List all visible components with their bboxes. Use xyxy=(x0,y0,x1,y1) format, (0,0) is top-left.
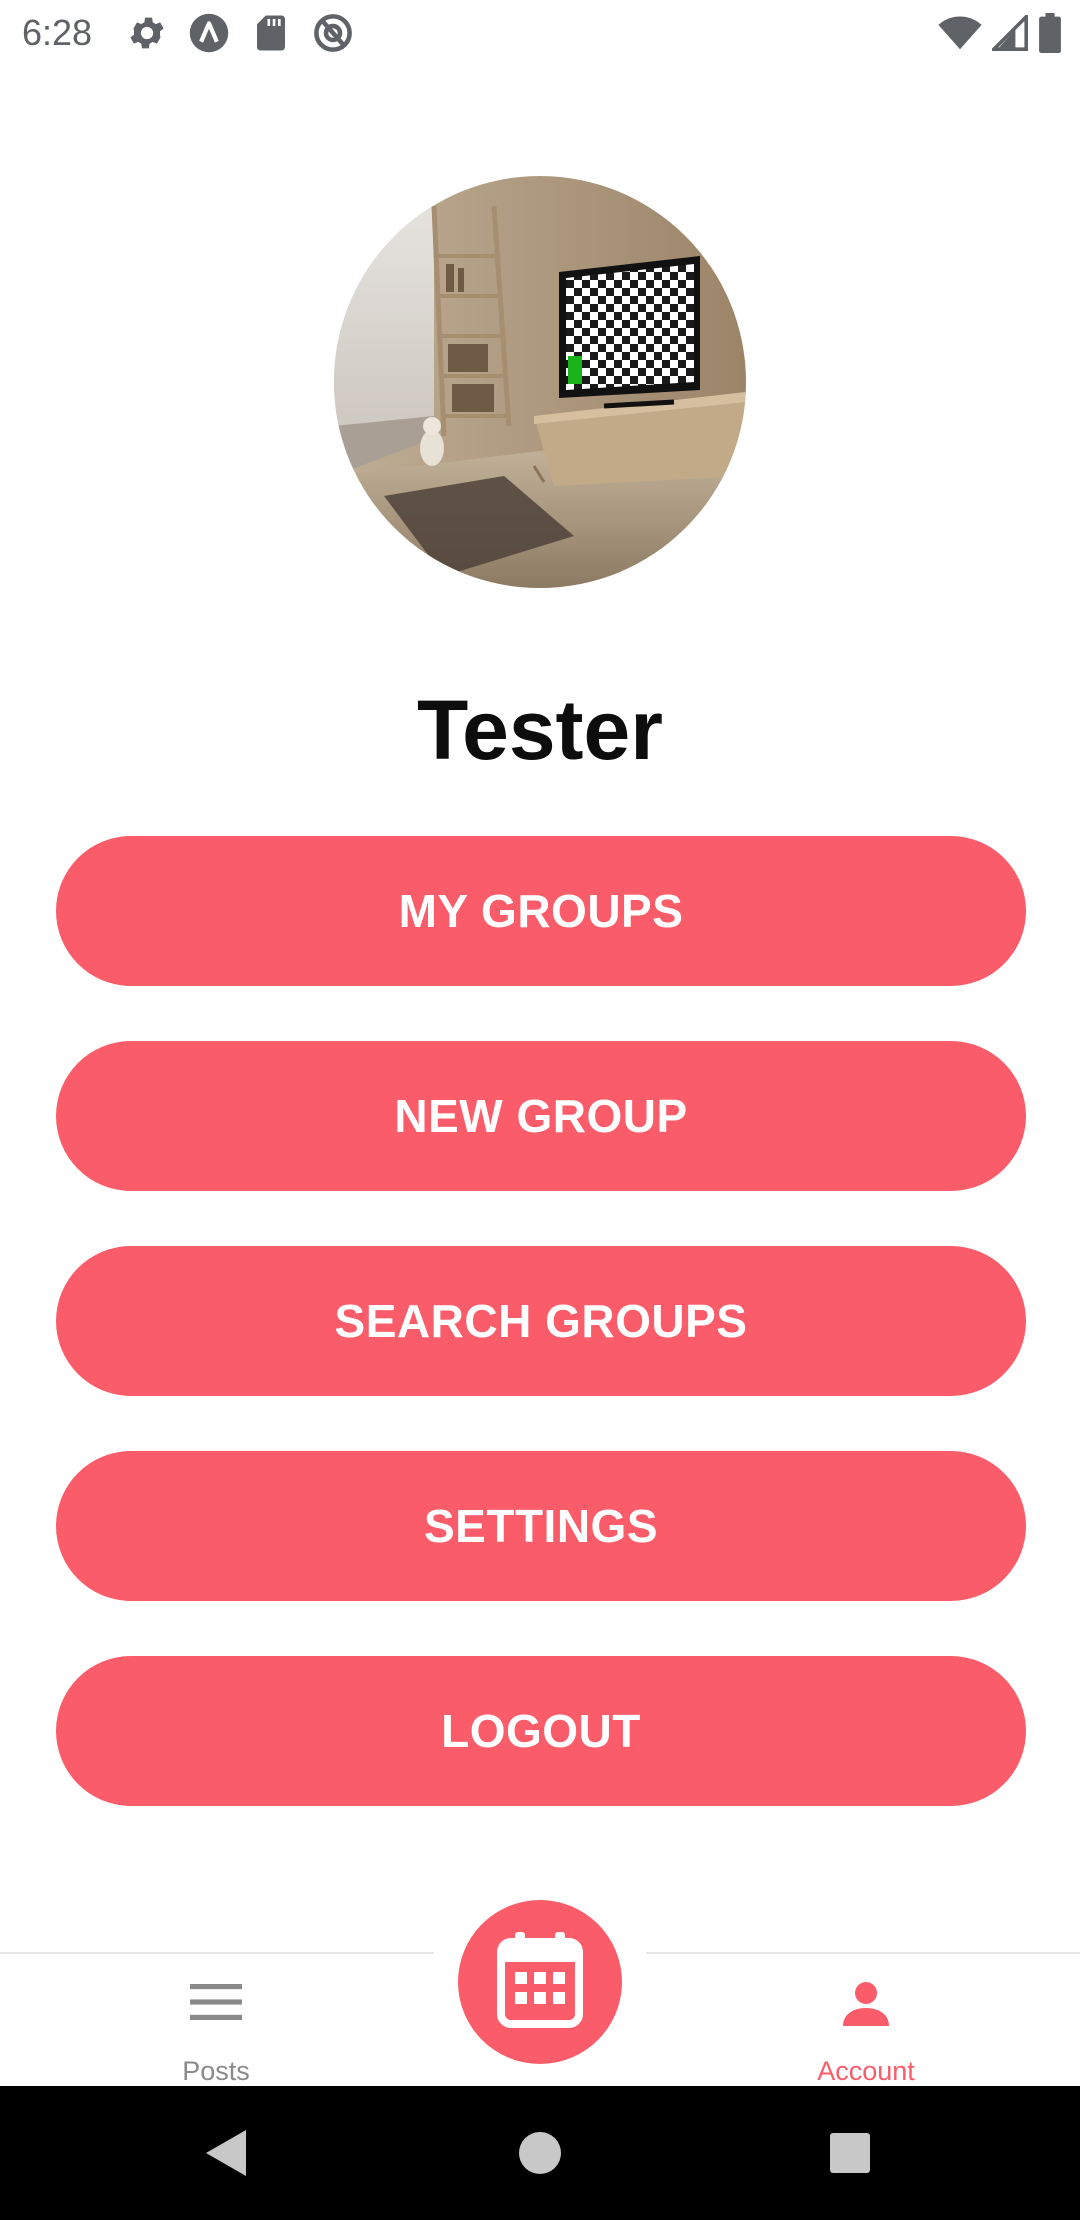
recents-icon[interactable] xyxy=(820,2123,880,2183)
menu: MY GROUPS NEW GROUP SEARCH GROUPS SETTIN… xyxy=(56,836,1026,1861)
logout-button[interactable]: LOGOUT xyxy=(56,1656,1026,1806)
battery-icon xyxy=(1038,13,1062,53)
back-icon[interactable] xyxy=(196,2123,256,2183)
my-groups-button[interactable]: MY GROUPS xyxy=(56,836,1026,986)
search-groups-button[interactable]: SEARCH GROUPS xyxy=(56,1246,1026,1396)
settings-button[interactable]: SETTINGS xyxy=(56,1451,1026,1601)
menu-lines-icon xyxy=(188,1978,244,2031)
wifi-icon xyxy=(938,15,982,51)
nav-item-account[interactable]: Account xyxy=(716,1954,1016,2088)
person-icon xyxy=(840,1978,892,2035)
a-circle-icon xyxy=(188,12,230,54)
status-bar: 6:28 xyxy=(0,0,1080,66)
avatar[interactable] xyxy=(334,176,746,588)
nav-item-posts[interactable]: Posts xyxy=(66,1954,366,2088)
status-time: 6:28 xyxy=(22,12,93,53)
profile-name: Tester xyxy=(417,683,663,777)
system-nav-bar xyxy=(0,2086,1080,2220)
avatar-image xyxy=(334,176,746,588)
calendar-fab-button[interactable] xyxy=(458,1900,622,2064)
status-icons-right xyxy=(938,12,1062,54)
status-icons-left xyxy=(126,12,354,54)
new-group-button[interactable]: NEW GROUP xyxy=(56,1041,1026,1191)
at-sign-icon xyxy=(312,12,354,54)
sd-card-icon xyxy=(250,12,292,54)
home-icon[interactable] xyxy=(510,2123,570,2183)
settings-icon xyxy=(126,12,168,54)
cell-signal-icon xyxy=(992,15,1028,51)
nav-label-account: Account xyxy=(817,2056,915,2086)
calendar-icon xyxy=(497,1931,583,2033)
nav-label-posts: Posts xyxy=(182,2056,250,2086)
